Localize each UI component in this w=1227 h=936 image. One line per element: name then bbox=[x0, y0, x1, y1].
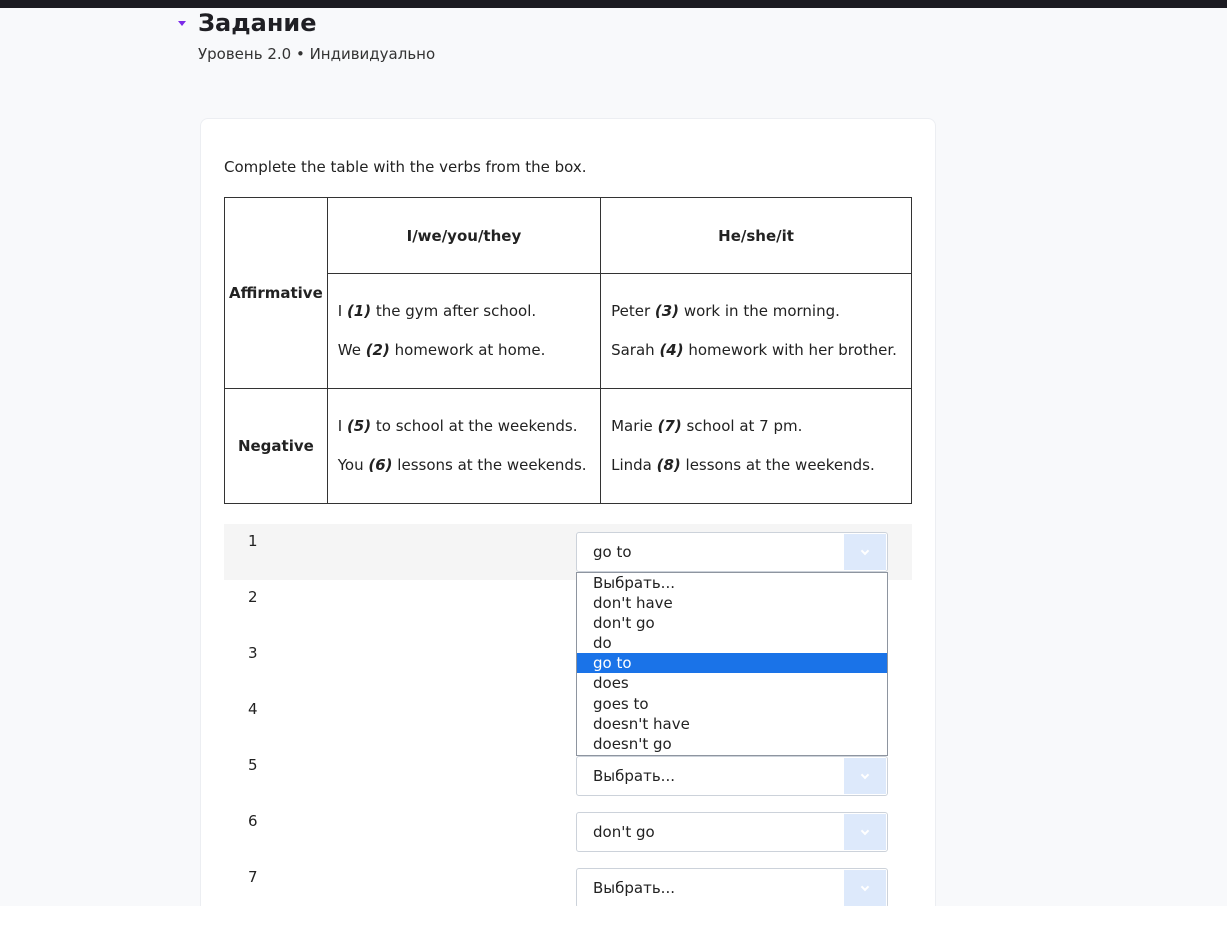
table-cell: I (5) to school at the weekends. You (6)… bbox=[326, 388, 602, 504]
page-title: Задание bbox=[198, 9, 317, 37]
answer-number: 2 bbox=[248, 588, 258, 606]
answer-select-6[interactable]: don't go bbox=[576, 812, 888, 852]
table-cell: I (1) the gym after school. We (2) homew… bbox=[326, 273, 602, 389]
table-cell: Peter (3) work in the morning. Sarah (4)… bbox=[600, 273, 912, 389]
dropdown-option[interactable]: does bbox=[577, 673, 887, 693]
chevron-down-icon[interactable] bbox=[844, 870, 886, 906]
sentence-8: Linda (8) lessons at the weekends. bbox=[611, 456, 875, 474]
dropdown-option[interactable]: goes to bbox=[577, 694, 887, 714]
sentence-4: Sarah (4) homework with her brother. bbox=[611, 341, 897, 359]
chevron-down-icon[interactable] bbox=[844, 534, 886, 570]
answer-select-1[interactable]: go to bbox=[576, 532, 888, 572]
page-subtitle: Уровень 2.0 • Индивидуально bbox=[198, 45, 436, 63]
dropdown-option[interactable]: do bbox=[577, 633, 887, 653]
dropdown-option[interactable]: Выбрать... bbox=[577, 573, 887, 593]
answer-select-5[interactable]: Выбрать... bbox=[576, 756, 888, 796]
answer-number: 1 bbox=[248, 532, 258, 550]
sentence-2: We (2) homework at home. bbox=[337, 341, 546, 359]
dropdown-option[interactable]: don't go bbox=[577, 613, 887, 633]
chevron-down-icon[interactable] bbox=[844, 758, 886, 794]
answer-row-6: 6 don't go bbox=[224, 804, 912, 860]
answer-number: 6 bbox=[248, 812, 258, 830]
answer-number: 5 bbox=[248, 756, 258, 774]
collapse-toggle-icon[interactable] bbox=[177, 18, 187, 28]
answer-number: 7 bbox=[248, 868, 258, 886]
sentence-6: You (6) lessons at the weekends. bbox=[337, 456, 587, 474]
table-cell: Marie (7) school at 7 pm. Linda (8) less… bbox=[600, 388, 912, 504]
dropdown-menu: Выбрать... don't have don't go do go to … bbox=[576, 572, 888, 756]
row-header-affirmative: Affirmative bbox=[224, 197, 328, 389]
bottom-bar bbox=[0, 906, 1227, 936]
task-instruction: Complete the table with the verbs from t… bbox=[224, 158, 587, 176]
answer-select-7[interactable]: Выбрать... bbox=[576, 868, 888, 908]
answer-number: 3 bbox=[248, 644, 258, 662]
dropdown-option-selected[interactable]: go to bbox=[577, 653, 887, 674]
col-header-plural: I/we/you/they bbox=[326, 197, 602, 274]
dropdown-option[interactable]: don't have bbox=[577, 593, 887, 613]
sentence-1: I (1) the gym after school. bbox=[337, 302, 537, 320]
selected-value: Выбрать... bbox=[593, 767, 675, 785]
verbs-table: Affirmative I/we/you/they He/she/it I (1… bbox=[224, 197, 912, 504]
dropdown-option[interactable]: doesn't have bbox=[577, 714, 887, 734]
selected-value: don't go bbox=[593, 823, 655, 841]
sentence-5: I (5) to school at the weekends. bbox=[337, 417, 578, 435]
chevron-down-icon[interactable] bbox=[844, 814, 886, 850]
row-header-negative: Negative bbox=[224, 388, 328, 504]
sentence-3: Peter (3) work in the morning. bbox=[611, 302, 840, 320]
col-header-singular: He/she/it bbox=[600, 197, 912, 274]
answer-number: 4 bbox=[248, 700, 258, 718]
answer-row-5: 5 Выбрать... bbox=[224, 748, 912, 804]
selected-value: go to bbox=[593, 543, 632, 561]
selected-value: Выбрать... bbox=[593, 879, 675, 897]
sentence-7: Marie (7) school at 7 pm. bbox=[611, 417, 803, 435]
dropdown-option[interactable]: doesn't go bbox=[577, 734, 887, 754]
top-bar bbox=[0, 0, 1227, 8]
